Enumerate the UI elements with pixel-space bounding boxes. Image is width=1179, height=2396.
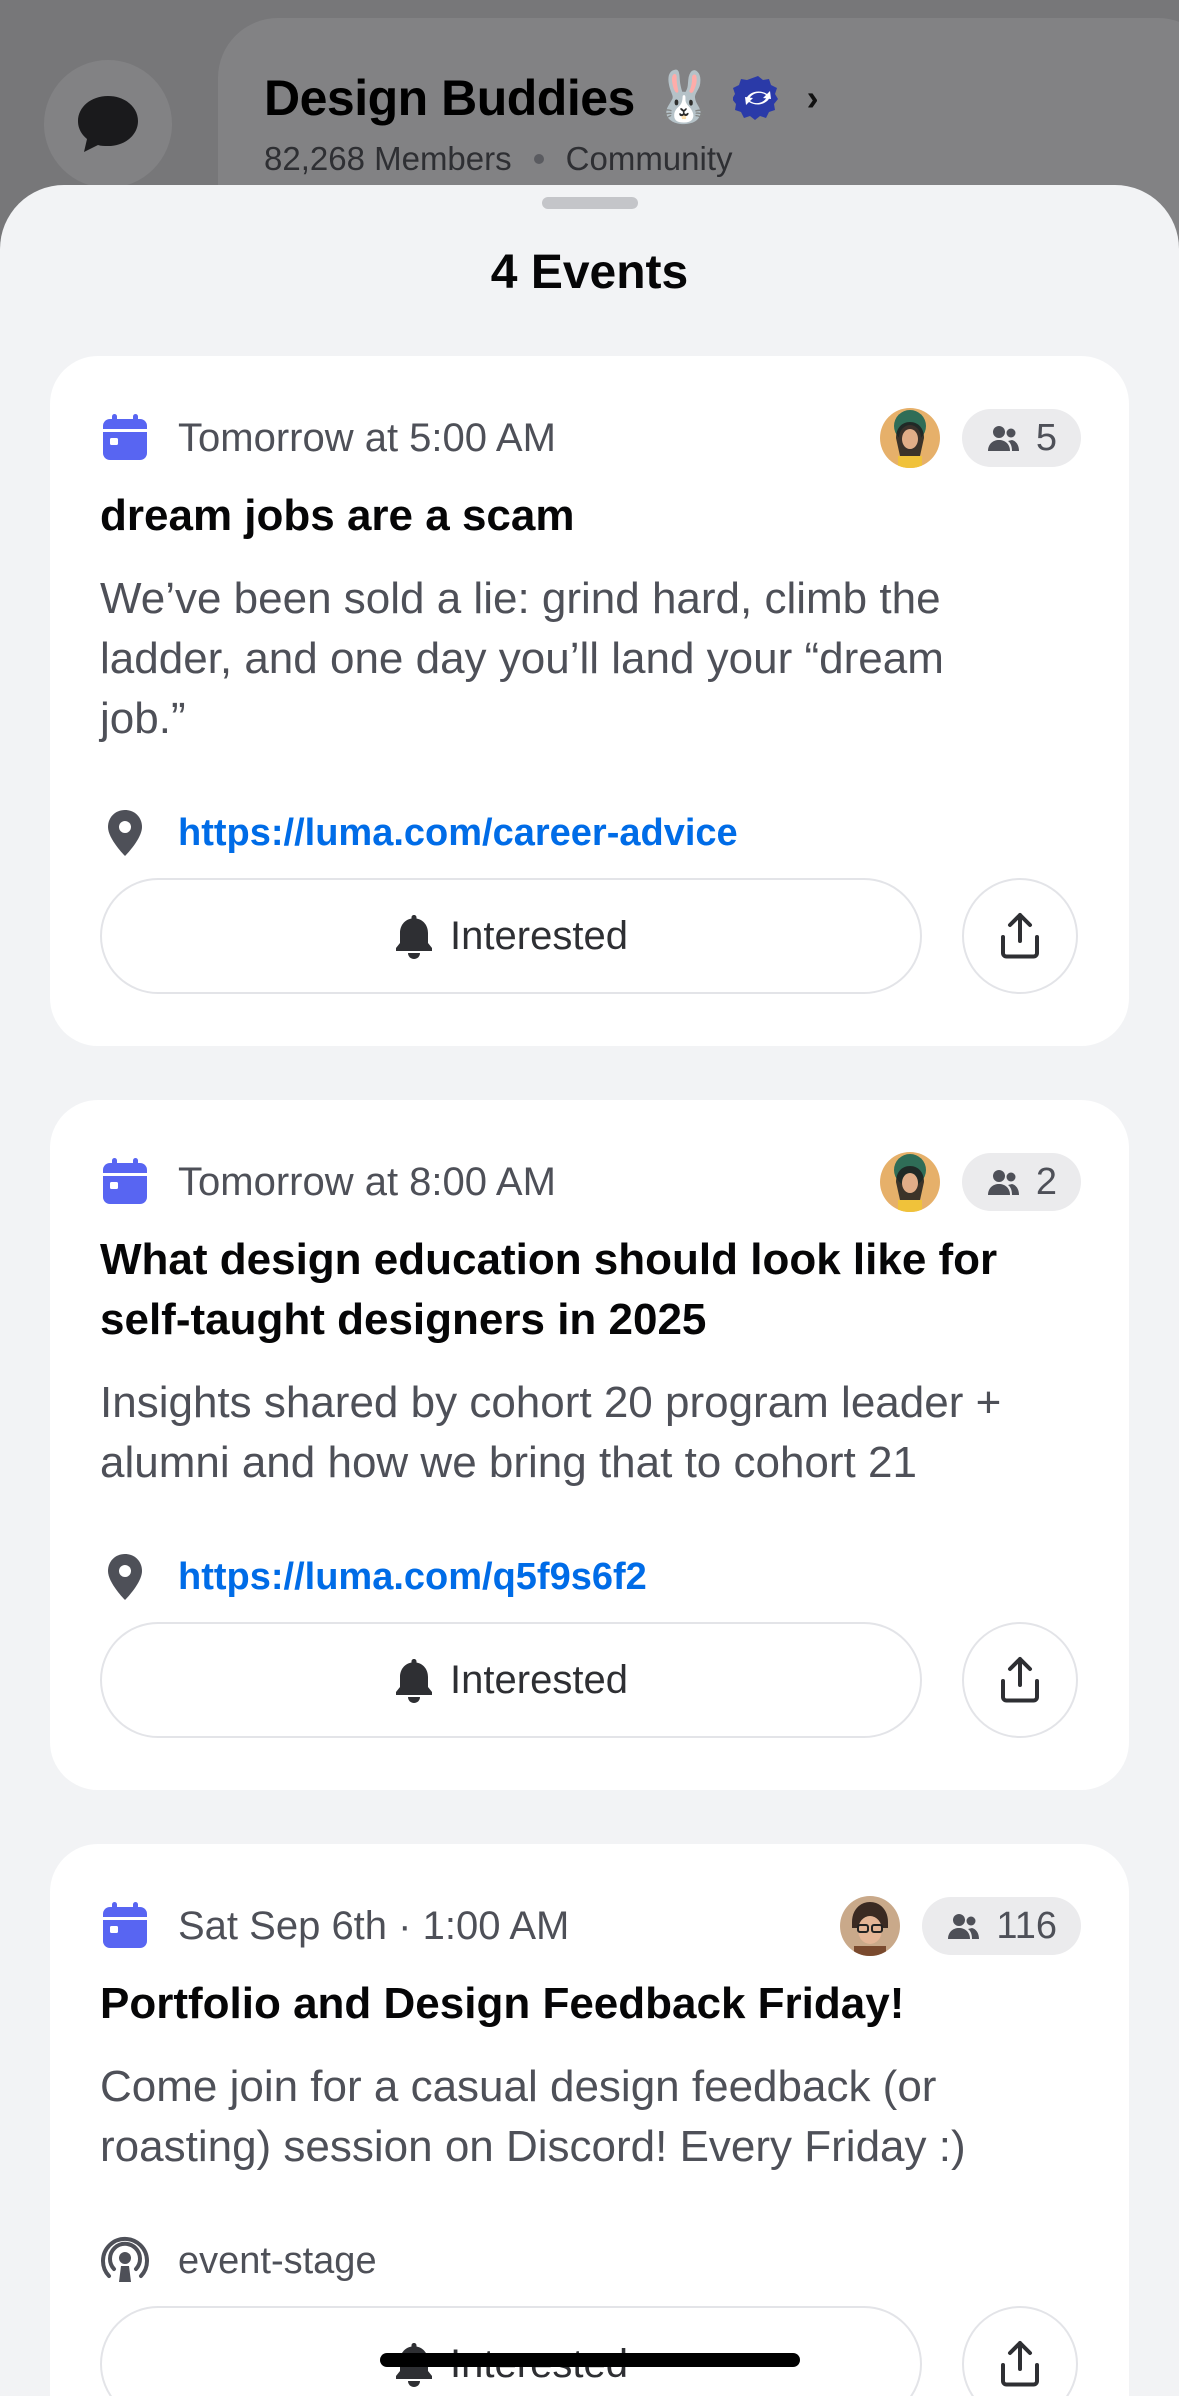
server-type: Community [565,140,733,177]
interested-label: Interested [450,1657,628,1702]
member-count: 82,268 Members [264,140,512,177]
interested-count[interactable]: 2 [961,1153,1081,1211]
event-location: https://luma.com/q5f9s6f2 [100,1547,1079,1607]
host-avatar[interactable] [879,408,940,468]
description-line: Insights shared by cohort 20 program lea… [100,1378,1002,1427]
bell-icon [396,915,433,959]
share-button[interactable] [962,2306,1078,2396]
event-time: Tomorrow at 5:00 AM [178,415,556,460]
sheet-title: 4 Events [490,246,689,299]
people-icon [987,426,1019,451]
event-card[interactable]: Tomorrow at 8:00 AM 2 What design educat… [50,1100,1129,1790]
bell-icon [396,1659,433,1703]
dm-button[interactable] [44,60,172,188]
host-avatar[interactable] [879,1152,940,1212]
share-button[interactable] [962,1622,1078,1738]
event-title[interactable]: Portfolio and Design Feedback Friday! [100,1974,1069,2034]
event-location: event-stage [100,2231,1079,2291]
server-name: Design Buddies [264,69,635,126]
sheet-grabber[interactable] [542,197,638,209]
event-header: Sat Sep 6th · 1:00 AM 116 [100,1896,1081,1956]
calendar-icon [103,1902,147,1948]
host-avatar[interactable] [840,1896,901,1956]
event-description: Insights shared by cohort 20 program lea… [100,1373,1079,1493]
share-icon [1001,913,1039,959]
interested-button[interactable]: Interested [100,1622,922,1738]
interested-count-value: 116 [996,1904,1057,1947]
interested-count[interactable]: 116 [922,1897,1081,1955]
description-line: job.” [100,694,186,743]
event-time: Sat Sep 6th · 1:00 AM [178,1903,570,1948]
event-title-line: dream jobs are a scam [100,491,575,540]
verified-badge-icon [732,75,778,120]
event-title[interactable]: What design education should look like f… [100,1230,1069,1350]
description-line: Come join for a casual design feedback (… [100,2062,937,2111]
event-description: Come join for a casual design feedback (… [100,2057,1079,2177]
share-icon [1001,1657,1039,1703]
location-pin-icon [108,1554,142,1600]
location-link[interactable]: https://luma.com/q5f9s6f2 [178,1556,647,1599]
share-button[interactable] [962,878,1078,994]
description-line: alumni and how we bring that to cohort 2… [100,1438,917,1487]
people-icon [987,1170,1019,1195]
people-icon [948,1914,980,1939]
separator-dot [533,154,544,164]
event-title-line: self-taught designers in 2025 [100,1295,707,1344]
event-header: Tomorrow at 8:00 AM 2 [100,1152,1081,1212]
location-link[interactable]: https://luma.com/career-advice [178,812,738,855]
bunny-emoji: 🐰 [652,69,715,125]
interested-count-value: 5 [1035,416,1057,459]
event-description: We’ve been sold a lie: grind hard, climb… [100,569,1079,749]
calendar-icon [103,414,147,460]
event-time: Tomorrow at 8:00 AM [178,1159,556,1204]
event-title-line: Portfolio and Design Feedback Friday! [100,1979,905,2028]
event-location: https://luma.com/career-advice [100,803,1079,863]
interested-count-value: 2 [1035,1160,1057,1203]
home-indicator[interactable] [380,2353,800,2367]
description-line: ladder, and one day you’ll land your “dr… [100,634,944,683]
event-title-line: What design education should look like f… [100,1235,998,1284]
event-card[interactable]: Tomorrow at 5:00 AM 5 dream jobs are a s… [50,356,1129,1046]
event-card[interactable]: Sat Sep 6th · 1:00 AM 116 Portfolio and … [50,1844,1129,2396]
interested-button[interactable]: Interested [100,2306,922,2396]
server-meta: 82,268 Members Community [264,140,733,178]
share-icon [1001,2341,1039,2387]
interested-button[interactable]: Interested [100,878,922,994]
description-line: We’ve been sold a lie: grind hard, climb… [100,574,941,623]
interested-label: Interested [450,913,628,958]
event-header: Tomorrow at 5:00 AM 5 [100,408,1081,468]
description-line: roasting) session on Discord! Every Frid… [100,2122,966,2171]
location-pin-icon [108,810,142,856]
stage-channel-name[interactable]: event-stage [178,2240,377,2283]
calendar-icon [103,1158,147,1204]
event-title[interactable]: dream jobs are a scam [100,486,1069,546]
server-name-row[interactable]: Design Buddies 🐰 › [264,68,819,127]
chevron-right-icon: › [806,76,819,118]
chat-bubble-icon [78,96,138,152]
stage-channel-icon [101,2236,149,2282]
interested-count[interactable]: 5 [961,409,1081,467]
